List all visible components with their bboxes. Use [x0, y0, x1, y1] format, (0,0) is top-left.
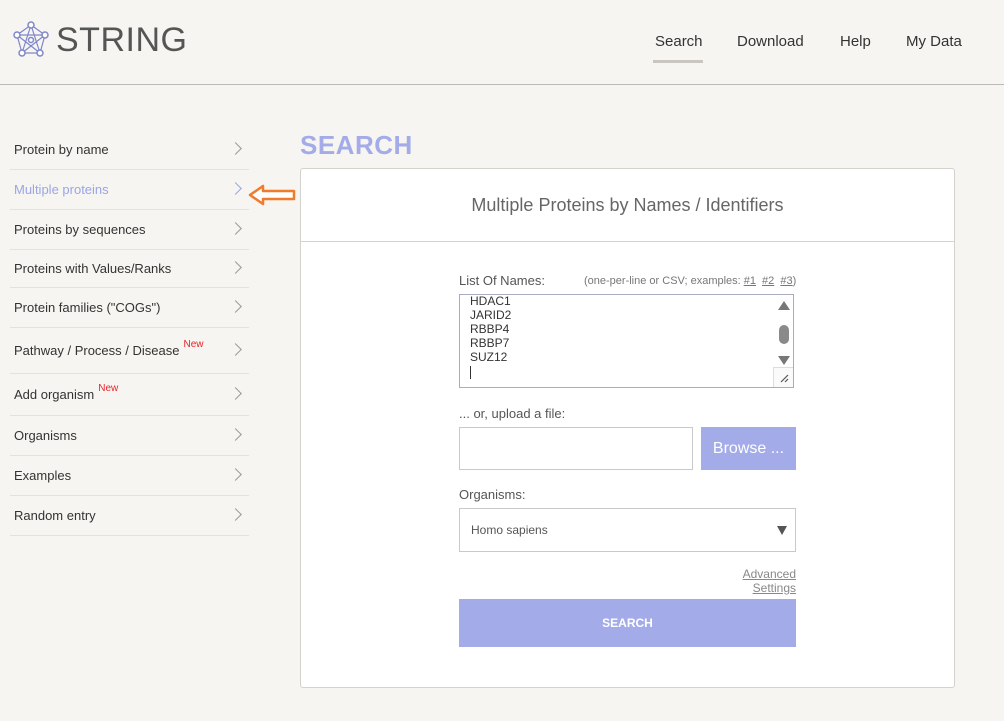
active-nav-indicator: [653, 60, 703, 63]
header: STRING Search Download Help My Data: [0, 0, 1004, 85]
list-line: HDAC1: [470, 294, 511, 308]
chevron-right-icon: [229, 427, 242, 441]
organism-value: Homo sapiens: [471, 523, 548, 537]
example-3-link[interactable]: #3: [780, 275, 792, 287]
browse-button[interactable]: Browse ...: [701, 427, 796, 470]
scroll-down-icon[interactable]: [778, 356, 790, 365]
string-network-logo-icon: [13, 21, 49, 57]
sidebar-item-random-entry[interactable]: Random entry: [10, 496, 249, 536]
upload-label: ... or, upload a file:: [459, 406, 566, 421]
list-line: JARID2: [470, 308, 512, 322]
logo-text: STRING: [56, 20, 188, 59]
chevron-right-icon: [229, 507, 242, 521]
sidebar-item-organisms[interactable]: Organisms: [10, 416, 249, 456]
list-hint: (one-per-line or CSV; examples: #1 #2 #3): [584, 275, 797, 287]
sidebar-item-label: Protein by name: [14, 142, 109, 157]
advanced-settings-link[interactable]: Advanced Settings: [696, 567, 796, 595]
chevron-right-icon: [229, 260, 242, 274]
sidebar-item-label: Proteins with Values/Ranks: [14, 261, 172, 276]
chevron-right-icon: [229, 386, 242, 400]
nav-search[interactable]: Search: [655, 33, 703, 50]
sidebar-item-proteins-by-sequences[interactable]: Proteins by sequences: [10, 210, 249, 250]
sidebar-item-add-organism[interactable]: Add organism New: [10, 374, 249, 416]
chevron-right-icon: [229, 141, 242, 155]
chevron-right-icon: [229, 342, 242, 356]
sidebar-item-label: Proteins by sequences: [14, 222, 146, 237]
file-path-input[interactable]: [459, 427, 693, 470]
organism-select[interactable]: Homo sapiens: [459, 508, 796, 552]
sidebar-item-label: Multiple proteins: [14, 182, 109, 197]
search-button[interactable]: SEARCH: [459, 599, 796, 647]
example-1-link[interactable]: #1: [744, 275, 756, 287]
sidebar-item-label: Organisms: [14, 428, 77, 443]
organisms-label: Organisms:: [459, 487, 526, 502]
sidebar-item-protein-by-name[interactable]: Protein by name: [10, 130, 249, 170]
sidebar-item-examples[interactable]: Examples: [10, 456, 249, 496]
chevron-down-icon: [777, 526, 787, 535]
text-caret: [470, 366, 471, 379]
sidebar-item-label: Examples: [14, 468, 72, 483]
sidebar-item-label: Random entry: [14, 508, 96, 523]
list-of-names-label: List Of Names:: [459, 273, 545, 288]
resize-handle-icon[interactable]: [773, 367, 793, 387]
left-arrow-icon: [248, 184, 296, 206]
new-badge: New: [183, 339, 204, 350]
nav-my-data[interactable]: My Data: [906, 33, 962, 50]
scrollbar-thumb[interactable]: [779, 325, 789, 344]
list-line: RBBP4: [470, 322, 510, 336]
list-line: RBBP7: [470, 336, 510, 350]
sidebar-item-proteins-with-values[interactable]: Proteins with Values/Ranks: [10, 250, 249, 288]
search-panel: Multiple Proteins by Names / Identifiers…: [300, 168, 955, 688]
chevron-right-icon: [229, 221, 242, 235]
sidebar-item-multiple-proteins[interactable]: Multiple proteins: [10, 170, 249, 210]
chevron-right-icon: [229, 299, 242, 313]
chevron-right-icon: [229, 181, 242, 195]
sidebar: Protein by name Multiple proteins Protei…: [10, 130, 249, 536]
string-logo[interactable]: STRING: [12, 20, 187, 60]
list-line: SUZ12: [470, 350, 508, 364]
sidebar-item-label: Protein families ("COGs"): [14, 300, 161, 315]
nav-help[interactable]: Help: [840, 33, 871, 50]
nav-download[interactable]: Download: [737, 33, 804, 50]
panel-title: Multiple Proteins by Names / Identifiers: [301, 169, 954, 242]
scroll-up-icon[interactable]: [778, 301, 790, 310]
chevron-right-icon: [229, 467, 242, 481]
example-2-link[interactable]: #2: [762, 275, 774, 287]
sidebar-item-label: Pathway / Process / Disease New: [14, 339, 204, 358]
protein-list-textarea[interactable]: HDAC1 JARID2 RBBP4 RBBP7 SUZ12: [459, 294, 794, 388]
page-title: SEARCH: [300, 130, 413, 160]
sidebar-item-protein-families[interactable]: Protein families ("COGs"): [10, 288, 249, 328]
sidebar-item-pathway[interactable]: Pathway / Process / Disease New: [10, 328, 249, 374]
sidebar-item-label: Add organism New: [14, 383, 119, 402]
new-badge: New: [98, 383, 119, 394]
